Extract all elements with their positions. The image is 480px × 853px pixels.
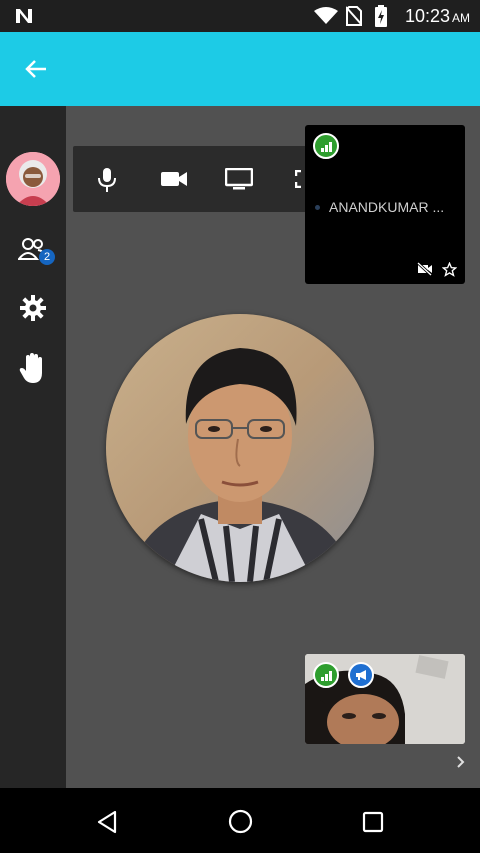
status-dot xyxy=(315,205,320,210)
gear-icon[interactable] xyxy=(20,295,46,321)
home-circle-icon[interactable] xyxy=(228,809,253,834)
wifi-icon xyxy=(314,7,338,24)
video-camera-icon[interactable] xyxy=(161,170,187,188)
signal-icon xyxy=(321,671,332,681)
speaker-portrait-illustration xyxy=(106,314,374,582)
star-icon[interactable] xyxy=(442,262,457,277)
speaker-badge xyxy=(348,662,374,688)
clock-ampm: AM xyxy=(452,11,470,25)
signal-icon xyxy=(321,142,332,152)
chevron-right-icon[interactable] xyxy=(456,755,466,769)
megaphone-icon xyxy=(356,670,366,680)
back-triangle-icon[interactable] xyxy=(96,810,118,834)
clock-time: 10:23 xyxy=(404,6,450,26)
participant-tile[interactable]: ANANDKUMAR ... xyxy=(305,125,465,284)
app-bar xyxy=(0,32,480,106)
sidebar xyxy=(0,106,66,788)
avatar[interactable] xyxy=(6,152,60,206)
microphone-icon[interactable] xyxy=(97,167,117,193)
participants-count-badge: 2 xyxy=(39,249,55,265)
monitor-icon[interactable] xyxy=(225,168,253,190)
notification-n-icon xyxy=(16,9,32,23)
signal-strength-badge xyxy=(313,662,339,688)
self-view-tile[interactable] xyxy=(305,654,465,744)
video-off-icon xyxy=(417,262,433,276)
arrow-left-icon[interactable] xyxy=(24,58,48,80)
hand-icon[interactable] xyxy=(19,353,47,385)
call-controls-bar xyxy=(73,146,313,212)
battery-charging-icon xyxy=(375,5,387,27)
status-bar: 10:23 AM xyxy=(0,0,480,32)
signal-strength-badge xyxy=(313,133,339,159)
participant-name: ANANDKUMAR ... xyxy=(329,199,445,215)
avatar-illustration xyxy=(6,152,60,206)
recents-square-icon[interactable] xyxy=(362,811,384,833)
system-navigation-bar xyxy=(0,788,480,853)
active-speaker-photo xyxy=(106,314,374,582)
no-sim-icon xyxy=(346,6,362,26)
